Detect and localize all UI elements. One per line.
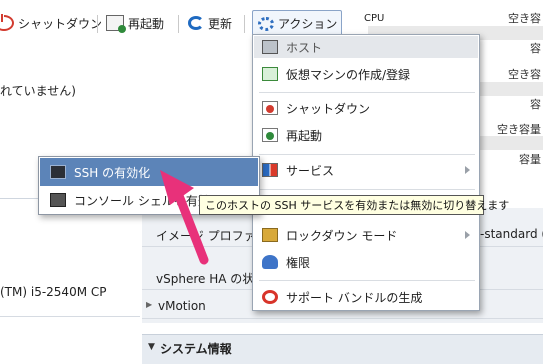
shutdown-icon [262, 101, 278, 115]
menu-item-lockdown[interactable]: ロックダウン モード [254, 222, 478, 248]
expand-icon: ▶ [146, 300, 153, 309]
menu-item-create-vm[interactable]: 仮想マシンの作成/登録 [254, 61, 478, 87]
status-text: れていません) [0, 84, 76, 98]
shutdown-label: シャットダウン [18, 16, 103, 31]
submenu-item-label: コンソール シェルを有効 [74, 193, 210, 208]
submenu-arrow-icon [465, 166, 470, 174]
system-info-title: システム情報 [160, 342, 232, 356]
menu-separator [259, 92, 475, 93]
menu-item-label: 仮想マシンの作成/登録 [286, 67, 411, 82]
power-icon [0, 14, 14, 31]
toolbar-divider [244, 15, 245, 33]
vmotion-label: vMotion [158, 299, 206, 313]
toolbar-divider [97, 15, 98, 33]
actions-label: アクション [278, 17, 338, 31]
reboot-icon [106, 15, 126, 33]
refresh-button[interactable]: 更新 [188, 8, 232, 38]
cpu-model-text: (TM) i5-2540M CP [0, 285, 107, 299]
menu-separator [259, 280, 475, 281]
divider [0, 316, 140, 317]
shutdown-button[interactable]: シャットダウン [0, 8, 102, 38]
menu-item-support-bundle[interactable]: サポート バンドルの生成 [254, 284, 478, 310]
reboot-button[interactable]: 再起動 [106, 8, 164, 38]
action-menu: ホスト 仮想マシンの作成/登録 シャットダウン 再起動 サービス ロックダウン … [252, 34, 480, 311]
collapse-icon: ▼ [148, 342, 155, 352]
permissions-icon [262, 255, 278, 269]
menu-item-label: ロックダウン モード [286, 228, 398, 243]
services-icon [262, 163, 278, 177]
menu-header-label: ホスト [286, 40, 323, 55]
menu-item-label: シャットダウン [286, 101, 371, 116]
host-icon [262, 40, 278, 54]
menu-item-label: 権限 [286, 255, 311, 270]
menu-item-label: サポート バンドルの生成 [286, 290, 423, 305]
refresh-label: 更新 [208, 16, 233, 31]
submenu-arrow-icon [465, 231, 470, 239]
reboot-icon [262, 128, 278, 142]
support-bundle-icon [262, 290, 278, 304]
system-info-section[interactable]: ▼ システム情報 [142, 334, 543, 364]
console-icon [50, 193, 66, 207]
menu-separator [259, 189, 475, 190]
capacity-label: 空き容量 [497, 123, 541, 136]
menu-item-services[interactable]: サービス [254, 157, 478, 183]
tooltip: このホストの SSH サービスを有効または無効に切り替えます [199, 195, 509, 215]
image-profile-label: イメージ プロファ [156, 229, 256, 243]
ssh-icon [50, 165, 66, 179]
actions-button[interactable]: アクション [252, 10, 342, 36]
menu-header: ホスト [254, 36, 478, 58]
vm-create-icon [262, 67, 278, 81]
submenu-item-label: SSH の有効化 [74, 165, 151, 180]
menu-separator [259, 154, 475, 155]
gear-icon [258, 16, 274, 31]
capacity-label: 容量 [519, 153, 541, 166]
capacity-label: 容 [530, 98, 541, 111]
capacity-label: 空き容 [508, 12, 541, 25]
tooltip-text: このホストの SSH サービスを有効または無効に切り替えます [205, 199, 510, 212]
menu-item-label: サービス [286, 163, 335, 178]
submenu-item-enable-ssh[interactable]: SSH の有効化 [40, 158, 258, 186]
reboot-label: 再起動 [128, 16, 165, 31]
capacity-label: 空き容 [508, 68, 541, 81]
vsphere-ha-label: vSphere HA の状態 [156, 272, 267, 286]
menu-item-permissions[interactable]: 権限 [254, 249, 478, 275]
lockdown-icon [262, 228, 278, 242]
image-profile-value: -standard (V [480, 227, 543, 241]
toolbar-divider [178, 15, 179, 33]
capacity-label: 容 [530, 42, 541, 55]
refresh-icon [188, 16, 204, 30]
menu-item-reboot[interactable]: 再起動 [254, 122, 478, 148]
menu-item-shutdown[interactable]: シャットダウン [254, 95, 478, 121]
menu-item-label: 再起動 [286, 128, 323, 143]
